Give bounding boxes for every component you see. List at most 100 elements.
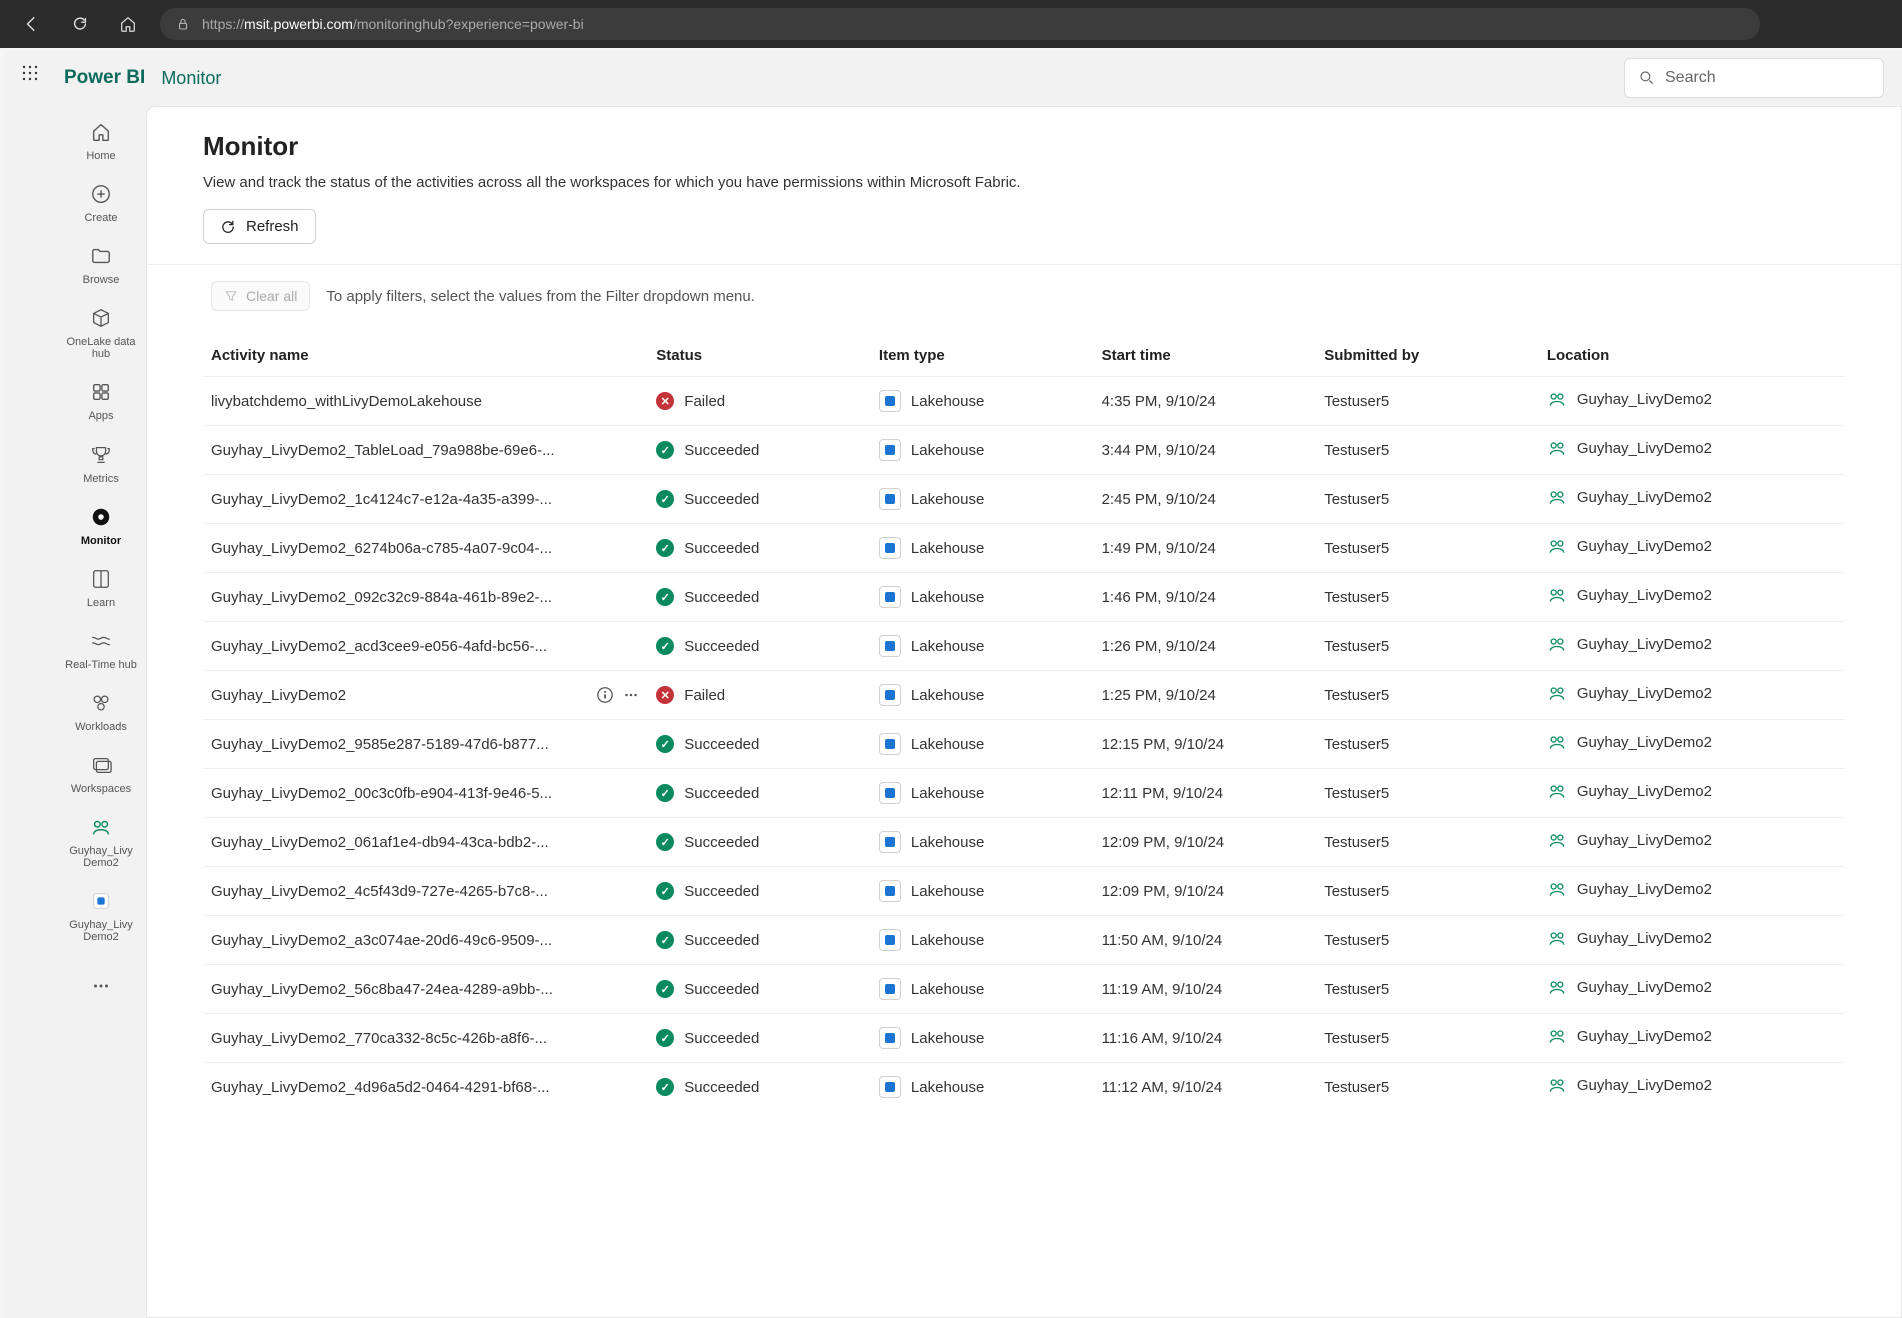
home-browser-button[interactable] xyxy=(112,8,144,40)
location-label: Guyhay_LivyDemo2 xyxy=(1577,538,1712,555)
refresh-button[interactable]: Refresh xyxy=(203,209,316,244)
table-row[interactable]: Guyhay_LivyDemo2_a3c074ae-20d6-49c6-9509… xyxy=(203,916,1845,965)
table-row[interactable]: Guyhay_LivyDemo2_1c4124c7-e12a-4a35-a399… xyxy=(203,475,1845,524)
start-time-cell: 11:12 AM, 9/10/24 xyxy=(1094,1063,1317,1112)
col-status[interactable]: Status xyxy=(648,335,871,377)
table-row[interactable]: Guyhay_LivyDemo2_00c3c0fb-e904-413f-9e46… xyxy=(203,769,1845,818)
nav-item-learn[interactable]: Learn xyxy=(56,557,146,619)
info-icon[interactable] xyxy=(596,686,614,704)
table-row[interactable]: Guyhay_LivyDemo2 ✕ Failed Lakehouse 1:25… xyxy=(203,671,1845,720)
back-button[interactable] xyxy=(16,8,48,40)
submitted-by-cell: Testuser5 xyxy=(1316,475,1539,524)
location-cell[interactable]: Guyhay_LivyDemo2 xyxy=(1547,683,1712,703)
nav-item-browse[interactable]: Browse xyxy=(56,234,146,296)
table-row[interactable]: livybatchdemo_withLivyDemoLakehouse ✕ Fa… xyxy=(203,377,1845,426)
table-row[interactable]: Guyhay_LivyDemo2_TableLoad_79a988be-69e6… xyxy=(203,426,1845,475)
refresh-browser-button[interactable] xyxy=(64,8,96,40)
table-row[interactable]: Guyhay_LivyDemo2_061af1e4-db94-43ca-bdb2… xyxy=(203,818,1845,867)
status-cell: ✓ Succeeded xyxy=(656,784,759,802)
table-row[interactable]: Guyhay_LivyDemo2_092c32c9-884a-461b-89e2… xyxy=(203,573,1845,622)
item-type-cell: Lakehouse xyxy=(879,831,984,853)
location-cell[interactable]: Guyhay_LivyDemo2 xyxy=(1547,928,1712,948)
nav-item-home[interactable]: Home xyxy=(56,110,146,172)
col-activity-name[interactable]: Activity name xyxy=(203,335,648,377)
nav-item-apps[interactable]: Apps xyxy=(56,370,146,432)
status-succeeded-icon: ✓ xyxy=(656,882,674,900)
location-cell[interactable]: Guyhay_LivyDemo2 xyxy=(1547,830,1712,850)
table-row[interactable]: Guyhay_LivyDemo2_6274b06a-c785-4a07-9c04… xyxy=(203,524,1845,573)
nav-item-realtime[interactable]: Real-Time hub xyxy=(56,619,146,681)
status-succeeded-icon: ✓ xyxy=(656,588,674,606)
status-succeeded-icon: ✓ xyxy=(656,1078,674,1096)
app-launcher-icon[interactable] xyxy=(21,64,39,82)
status-cell: ✓ Succeeded xyxy=(656,1029,759,1047)
breadcrumb[interactable]: Monitor xyxy=(161,68,221,89)
nav-item-workspaces[interactable]: Workspaces xyxy=(56,743,146,805)
lakehouse-icon xyxy=(879,390,901,412)
nav-item-label: Real-Time hub xyxy=(65,659,137,671)
nav-item-guyhay1[interactable]: Guyhay_Livy Demo2 xyxy=(56,805,146,879)
location-cell[interactable]: Guyhay_LivyDemo2 xyxy=(1547,536,1712,556)
main-content: Monitor View and track the status of the… xyxy=(146,106,1902,1318)
start-time-cell: 3:44 PM, 9/10/24 xyxy=(1094,426,1317,475)
location-cell[interactable]: Guyhay_LivyDemo2 xyxy=(1547,879,1712,899)
item-type-label: Lakehouse xyxy=(911,393,984,410)
nav-item-create[interactable]: Create xyxy=(56,172,146,234)
location-cell[interactable]: Guyhay_LivyDemo2 xyxy=(1547,389,1712,409)
location-cell[interactable]: Guyhay_LivyDemo2 xyxy=(1547,1026,1712,1046)
location-label: Guyhay_LivyDemo2 xyxy=(1577,979,1712,996)
col-start-time[interactable]: Start time xyxy=(1094,335,1317,377)
lakehouse-icon xyxy=(879,880,901,902)
location-cell[interactable]: Guyhay_LivyDemo2 xyxy=(1547,585,1712,605)
nav-item-monitor[interactable]: Monitor xyxy=(56,495,146,557)
apps-icon xyxy=(89,380,113,404)
activity-name: Guyhay_LivyDemo2_acd3cee9-e056-4afd-bc56… xyxy=(211,638,547,655)
search-input[interactable]: Search xyxy=(1624,58,1884,98)
ellipsis-icon xyxy=(89,974,113,998)
nav-item-onelake[interactable]: OneLake data hub xyxy=(56,296,146,370)
location-cell[interactable]: Guyhay_LivyDemo2 xyxy=(1547,438,1712,458)
status-label: Succeeded xyxy=(684,540,759,557)
home-icon xyxy=(89,120,113,144)
url-bar[interactable]: https://msit.powerbi.com/monitoringhub?e… xyxy=(160,8,1760,40)
table-row[interactable]: Guyhay_LivyDemo2_4d96a5d2-0464-4291-bf68… xyxy=(203,1063,1845,1112)
folder-icon xyxy=(89,244,113,268)
location-cell[interactable]: Guyhay_LivyDemo2 xyxy=(1547,634,1712,654)
nav-more-button[interactable] xyxy=(56,964,146,1008)
table-row[interactable]: Guyhay_LivyDemo2_9585e287-5189-47d6-b877… xyxy=(203,720,1845,769)
nav-item-workloads[interactable]: Workloads xyxy=(56,681,146,743)
table-row[interactable]: Guyhay_LivyDemo2_4c5f43d9-727e-4265-b7c8… xyxy=(203,867,1845,916)
workspace-icon xyxy=(1547,389,1567,409)
table-row[interactable]: Guyhay_LivyDemo2_acd3cee9-e056-4afd-bc56… xyxy=(203,622,1845,671)
table-row[interactable]: Guyhay_LivyDemo2_56c8ba47-24ea-4289-a9bb… xyxy=(203,965,1845,1014)
clear-all-button[interactable]: Clear all xyxy=(211,281,310,311)
workspace-icon xyxy=(1547,585,1567,605)
location-label: Guyhay_LivyDemo2 xyxy=(1577,1028,1712,1045)
nav-item-label: Apps xyxy=(88,410,113,422)
location-cell[interactable]: Guyhay_LivyDemo2 xyxy=(1547,781,1712,801)
search-icon xyxy=(1639,70,1655,86)
nav-item-guyhay2[interactable]: Guyhay_Livy Demo2 xyxy=(56,879,146,953)
col-item-type[interactable]: Item type xyxy=(871,335,1094,377)
location-cell[interactable]: Guyhay_LivyDemo2 xyxy=(1547,732,1712,752)
monitor-icon xyxy=(89,505,113,529)
item-type-label: Lakehouse xyxy=(911,785,984,802)
workspace-icon xyxy=(1547,634,1567,654)
location-cell[interactable]: Guyhay_LivyDemo2 xyxy=(1547,487,1712,507)
location-cell[interactable]: Guyhay_LivyDemo2 xyxy=(1547,977,1712,997)
col-submitted-by[interactable]: Submitted by xyxy=(1316,335,1539,377)
workspace-icon xyxy=(1547,536,1567,556)
start-time-cell: 4:35 PM, 9/10/24 xyxy=(1094,377,1317,426)
refresh-icon xyxy=(220,219,236,235)
col-location[interactable]: Location xyxy=(1539,335,1845,377)
brand-label[interactable]: Power BI xyxy=(64,67,145,89)
table-row[interactable]: Guyhay_LivyDemo2_770ca332-8c5c-426b-a8f6… xyxy=(203,1014,1845,1063)
nav-item-metrics[interactable]: Metrics xyxy=(56,433,146,495)
location-cell[interactable]: Guyhay_LivyDemo2 xyxy=(1547,1075,1712,1095)
workspaces-icon xyxy=(89,753,113,777)
left-navigation: Home Create Browse OneLake data hub Apps… xyxy=(56,106,146,1318)
item-type-label: Lakehouse xyxy=(911,589,984,606)
activity-name: Guyhay_LivyDemo2_TableLoad_79a988be-69e6… xyxy=(211,442,555,459)
start-time-cell: 2:45 PM, 9/10/24 xyxy=(1094,475,1317,524)
more-icon[interactable] xyxy=(622,686,640,704)
